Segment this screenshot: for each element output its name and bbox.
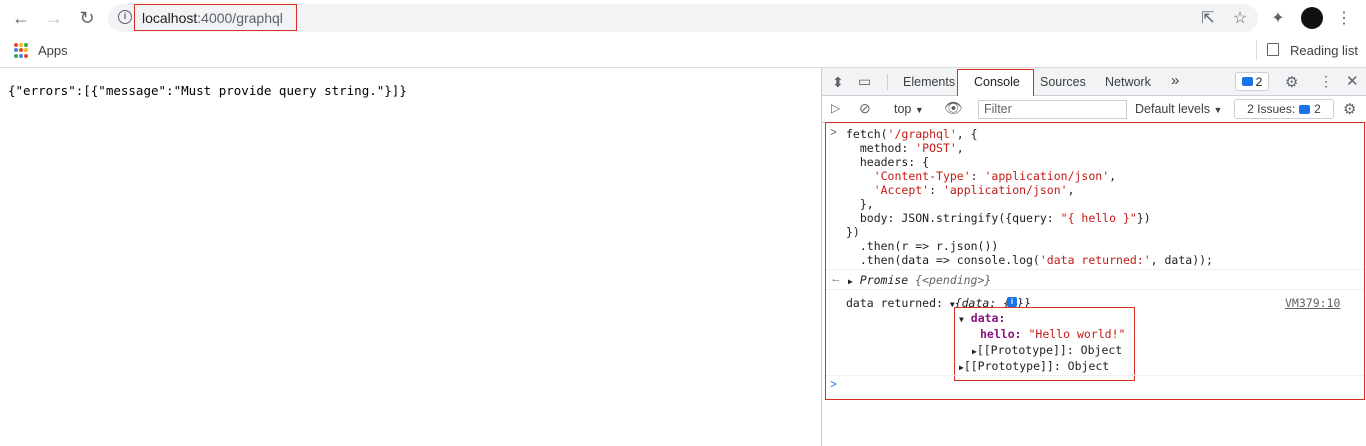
promise-state: {<pending>}	[915, 273, 992, 287]
tab-sources[interactable]: Sources	[1040, 75, 1086, 89]
filter-placeholder: Filter	[984, 102, 1012, 116]
console-divider	[826, 269, 1364, 270]
device-toolbar-icon[interactable]: ▭	[858, 73, 871, 90]
extensions-puzzle-icon[interactable]: ✦	[1268, 8, 1288, 28]
promise-label: Promise	[859, 273, 909, 287]
bookmarks-bar	[0, 36, 1366, 68]
console-divider	[826, 289, 1364, 290]
context-dropdown-icon: ▼	[914, 105, 924, 115]
browser-toolbar: ← → ↻ i localhost:4000/graphql ⇱ ☆ ✦ ⋮	[0, 0, 1366, 36]
result-arrow-icon: ←	[830, 273, 842, 285]
devtools-menu-icon[interactable]: ⋮	[1319, 73, 1333, 90]
expand-triangle-icon: ▶	[848, 277, 853, 286]
console-input-line: 'Accept': 'application/json',	[873, 183, 1075, 197]
live-expression-eye-icon[interactable]: 👁	[944, 99, 963, 117]
levels-dropdown-icon: ▼	[1213, 105, 1223, 115]
url-text[interactable]: localhost:4000/graphql	[142, 10, 283, 26]
tab-divider	[887, 74, 888, 90]
console-input-line: 'Content-Type': 'application/json',	[873, 169, 1117, 183]
issues-count: 2	[1255, 74, 1263, 89]
back-arrow-icon[interactable]: ←	[9, 6, 33, 30]
console-settings-gear-icon[interactable]: ⚙	[1343, 100, 1356, 118]
reading-list-button[interactable]: Reading list	[1290, 43, 1358, 58]
source-link[interactable]: VM379:10	[1285, 296, 1340, 310]
tab-network[interactable]: Network	[1105, 75, 1151, 89]
console-input-line: },	[846, 197, 874, 211]
url-host: localhost	[142, 10, 198, 26]
console-prompt-icon[interactable]: >	[830, 379, 837, 391]
devtools-tab-bar: ⬍ ▭ Elements Console Sources Network » 2…	[822, 68, 1366, 98]
tree-proto-outer-row[interactable]: ▶[[Prototype]]: Object	[959, 359, 1109, 373]
console-input-line: .then(data => console.log('data returned…	[846, 253, 1213, 267]
console-input-line: })	[846, 225, 860, 239]
tree-proto-inner: [[Prototype]]: Object	[976, 343, 1123, 357]
tree-hello-value: "Hello world!"	[1028, 327, 1126, 341]
message-icon	[1241, 77, 1253, 86]
devtools-panel: ⬍ ▭ Elements Console Sources Network » 2…	[821, 68, 1366, 446]
levels-label: Default levels	[1135, 102, 1211, 116]
tab-console[interactable]: Console	[974, 75, 1020, 89]
info-badge-icon: i	[1007, 297, 1017, 307]
console-input-line: method: 'POST',	[846, 141, 964, 155]
context-label: top	[894, 102, 912, 116]
issues-label: 2 Issues:	[1247, 102, 1296, 116]
close-devtools-icon[interactable]: ✕	[1346, 72, 1359, 90]
issues-count-2: 2	[1314, 102, 1321, 116]
tree-data-row[interactable]: ▼ data:	[959, 311, 1005, 325]
kebab-menu-icon[interactable]: ⋮	[1334, 8, 1354, 28]
page-response-text: {"errors":[{"message":"Must provide quer…	[8, 83, 407, 98]
tree-hello-row: hello: "Hello world!"	[980, 327, 1125, 341]
sidebar-toggle-icon[interactable]: ▷	[831, 101, 840, 115]
input-prompt-icon: >	[830, 127, 837, 139]
apps-grid-icon[interactable]	[14, 43, 29, 58]
clear-console-icon[interactable]: ⊘	[859, 100, 871, 117]
reload-icon[interactable]: ↻	[75, 6, 99, 30]
promise-result[interactable]: ▶ Promise {<pending>}	[848, 273, 991, 287]
console-input-line: body: JSON.stringify({query: "{ hello }"…	[846, 211, 1151, 225]
tree-proto-inner-row[interactable]: ▶[[Prototype]]: Object	[972, 343, 1122, 357]
apps-bookmark[interactable]: Apps	[38, 43, 68, 58]
console-input-line: fetch('/graphql', {	[846, 127, 978, 141]
log-prefix: data returned:	[846, 296, 943, 310]
collapse-triangle-icon: ▼	[959, 315, 964, 324]
bookmarks-divider	[1256, 40, 1257, 60]
issues-counter-button[interactable]: 2	[1235, 72, 1269, 91]
more-tabs-chevron-icon[interactable]: »	[1171, 72, 1179, 89]
tree-proto-outer: [[Prototype]]: Object	[963, 359, 1110, 373]
url-path: :4000/graphql	[197, 10, 283, 26]
forward-arrow-icon[interactable]: →	[42, 6, 66, 30]
profile-avatar[interactable]	[1301, 7, 1323, 29]
log-levels-dropdown[interactable]: Default levels ▼	[1135, 102, 1222, 116]
issues-message-icon	[1299, 104, 1311, 114]
reading-list-icon[interactable]	[1267, 43, 1279, 56]
settings-gear-icon[interactable]: ⚙	[1285, 73, 1298, 91]
console-input-line: .then(r => r.json())	[846, 239, 999, 253]
tree-hello-key: hello:	[980, 327, 1022, 341]
site-info-icon[interactable]: i	[118, 10, 132, 24]
bookmark-star-icon[interactable]: ☆	[1230, 8, 1250, 28]
console-divider	[826, 375, 1364, 376]
inspect-element-icon[interactable]: ⬍	[832, 74, 844, 91]
console-input-line: headers: {	[846, 155, 930, 169]
share-icon[interactable]: ⇱	[1198, 8, 1218, 28]
tab-elements[interactable]: Elements	[903, 75, 955, 89]
issues-button[interactable]: 2 Issues: 2	[1234, 99, 1334, 119]
context-selector[interactable]: top ▼	[894, 102, 924, 116]
tree-data-key: data:	[970, 311, 1006, 325]
